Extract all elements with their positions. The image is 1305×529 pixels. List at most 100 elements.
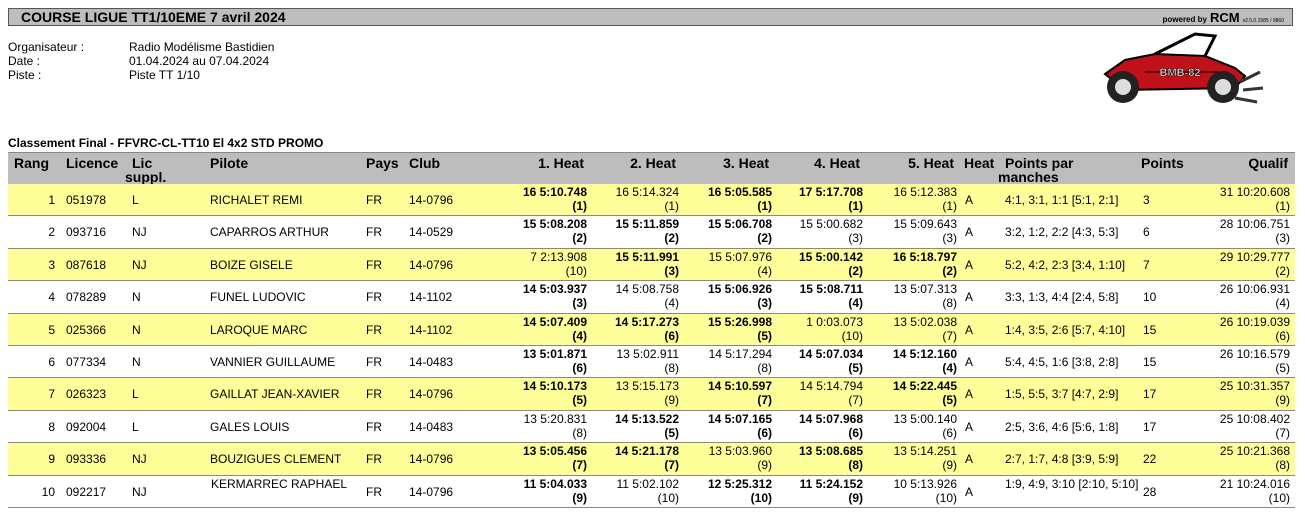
qualif-rank: (9) xyxy=(1275,393,1290,408)
piste-value: Piste TT 1/10 xyxy=(129,68,200,82)
qualif-rank: (8) xyxy=(1275,458,1290,473)
title-bar: COURSE LIGUE TT1/10EME 7 avril 2024 powe… xyxy=(8,8,1293,26)
cell-lic: N xyxy=(132,322,141,337)
cell-heat: A xyxy=(965,484,974,499)
heat-result: 14 5:08.758 xyxy=(615,282,679,297)
cell-points: 22 xyxy=(1143,452,1157,467)
cell-points: 17 xyxy=(1143,387,1157,402)
table-row: 6 077334 N VANNIER GUILLAUME FR 14-0483 13 5:0… xyxy=(8,345,1295,379)
cell-club: 14-0796 xyxy=(409,484,454,499)
cell-club: 14-0796 xyxy=(409,387,454,402)
organisateur-value: Radio Modélisme Bastidien xyxy=(129,40,275,54)
col-manches: manches xyxy=(998,169,1059,185)
cell-points-par-manches: 3:2, 1:2, 2:2 [4:3, 5:3] xyxy=(1005,225,1119,240)
cell-heat-5: 16 5:18.797 (2) xyxy=(858,250,957,278)
heat-result: 15 5:26.998 xyxy=(707,314,772,329)
col-heat1: 1. Heat xyxy=(538,155,584,171)
cell-pilote: CAPARROS ARTHUR xyxy=(210,225,329,240)
cell-heat: A xyxy=(965,452,974,467)
cell-heat-1: 13 5:20.831 (8) xyxy=(488,412,587,440)
heat-result: 11 5:04.033 xyxy=(523,476,587,491)
cell-heat-4: 14 5:07.968 (6) xyxy=(764,412,863,440)
cell-pays: FR xyxy=(366,257,382,272)
table-row: 10 092217 NJ KERMARREC RAPHAEL FR 14-0796 11 5… xyxy=(8,475,1295,508)
cell-rang: 3 xyxy=(48,257,55,272)
heat-result: 11 5:02.102 xyxy=(616,476,679,491)
cell-points: 7 xyxy=(1143,257,1150,272)
col-pilote: Pilote xyxy=(210,155,249,171)
cell-heat-1: 13 5:01.871 (6) xyxy=(488,347,587,375)
heat-rank: (4) xyxy=(757,263,772,278)
heat-rank: (2) xyxy=(757,231,772,246)
powered-by-label: powered by xyxy=(1162,15,1207,24)
heat-rank: (3) xyxy=(664,263,679,278)
cell-heat-4: 15 5:00.142 (2) xyxy=(764,250,863,278)
cell-rang: 10 xyxy=(41,484,55,499)
cell-heat-5: 15 5:09.643 (3) xyxy=(858,217,957,245)
heat-rank: (7) xyxy=(664,458,679,473)
heat-rank: (2) xyxy=(664,231,679,246)
cell-licence: 087618 xyxy=(66,257,107,272)
cell-pays: FR xyxy=(366,452,382,467)
cell-heat-3: 15 5:06.708 (2) xyxy=(673,217,772,245)
heat-result: 17 5:17.708 xyxy=(798,185,863,199)
heat-rank: (9) xyxy=(757,458,772,473)
cell-heat-3: 12 5:25.312 (10) xyxy=(673,477,772,505)
cell-points: 28 xyxy=(1143,484,1157,499)
table-row: 1 051978 L RICHALET REMI FR 14-0796 16 5:10.74… xyxy=(8,184,1295,217)
heat-result: 15 5:08.208 xyxy=(522,217,587,232)
cell-qualif: 26 10:16.579 (5) xyxy=(1188,347,1290,375)
heat-rank: (6) xyxy=(664,328,679,343)
version-label: v2.5.0.1585 / 9860 xyxy=(1242,18,1284,24)
heat-result: 14 5:10.597 xyxy=(707,379,772,394)
heat-rank: (7) xyxy=(572,458,587,473)
heat-result: 14 5:10.173 xyxy=(522,379,587,394)
heat-result: 13 5:20.831 xyxy=(523,411,587,426)
col-heat4: 4. Heat xyxy=(814,155,860,171)
cell-points-par-manches: 1:4, 3:5, 2:6 [5:7, 4:10] xyxy=(1005,322,1126,337)
cell-rang: 8 xyxy=(48,419,55,434)
cell-heat-4: 15 5:00.682 (3) xyxy=(764,217,863,245)
heat-result: 16 5:18.797 xyxy=(892,249,957,264)
qualif-result: 26 10:06.931 xyxy=(1219,282,1290,297)
cell-heat-3: 14 5:17.294 (8) xyxy=(673,347,772,375)
cell-heat-4: 13 5:08.685 (8) xyxy=(764,444,863,472)
cell-heat-1: 7 2:13.908 (10) xyxy=(488,250,587,278)
cell-heat-5: 16 5:12.383 (1) xyxy=(858,185,957,213)
cell-licence: 078289 xyxy=(66,290,107,305)
powered-by: powered by RCM v2.5.0.1585 / 9860 xyxy=(1163,10,1285,29)
cell-pilote: BOUZIGUES CLEMENT xyxy=(210,452,342,467)
heat-rank: (1) xyxy=(848,199,863,213)
cell-heat-1: 14 5:03.937 (3) xyxy=(488,282,587,310)
heat-rank: (6) xyxy=(757,425,772,440)
heat-result: 15 5:11.991 xyxy=(615,249,679,264)
cell-qualif: 25 10:21.368 (8) xyxy=(1188,444,1290,472)
cell-heat-5: 14 5:22.445 (5) xyxy=(858,379,957,407)
heat-result: 10 5:13.926 xyxy=(893,476,957,491)
cell-club: 14-0483 xyxy=(409,419,454,434)
heat-result: 13 5:08.685 xyxy=(798,444,863,459)
cell-club: 14-0529 xyxy=(409,225,454,240)
cell-rang: 4 xyxy=(48,290,55,305)
heat-rank: (1) xyxy=(942,199,957,213)
col-heat2: 2. Heat xyxy=(630,155,676,171)
heat-rank: (3) xyxy=(942,231,957,246)
cell-licence: 093716 xyxy=(66,225,107,240)
cell-heat-5: 10 5:13.926 (10) xyxy=(858,477,957,505)
qualif-result: 31 10:20.608 xyxy=(1219,185,1290,199)
brand-name: RCM xyxy=(1209,10,1240,25)
heat-result: 14 5:14.794 xyxy=(799,379,863,394)
cell-club: 14-0483 xyxy=(409,354,454,369)
cell-licence: 026323 xyxy=(66,387,107,402)
date-label: Date : xyxy=(8,54,41,68)
cell-heat-5: 13 5:07.313 (8) xyxy=(858,282,957,310)
cell-heat-4: 15 5:08.711 (4) xyxy=(764,282,863,310)
heat-result: 15 5:09.643 xyxy=(893,217,957,232)
cell-points-par-manches: 4:1, 3:1, 1:1 [5:1, 2:1] xyxy=(1005,193,1119,207)
cell-qualif: 25 10:08.402 (7) xyxy=(1188,412,1290,440)
cell-pays: FR xyxy=(366,419,382,434)
heat-rank: (4) xyxy=(942,360,957,375)
event-info: Organisateur : Radio Modélisme Bastidien … xyxy=(8,40,274,82)
heat-rank: (10) xyxy=(750,490,772,505)
cell-pays: FR xyxy=(366,290,382,305)
